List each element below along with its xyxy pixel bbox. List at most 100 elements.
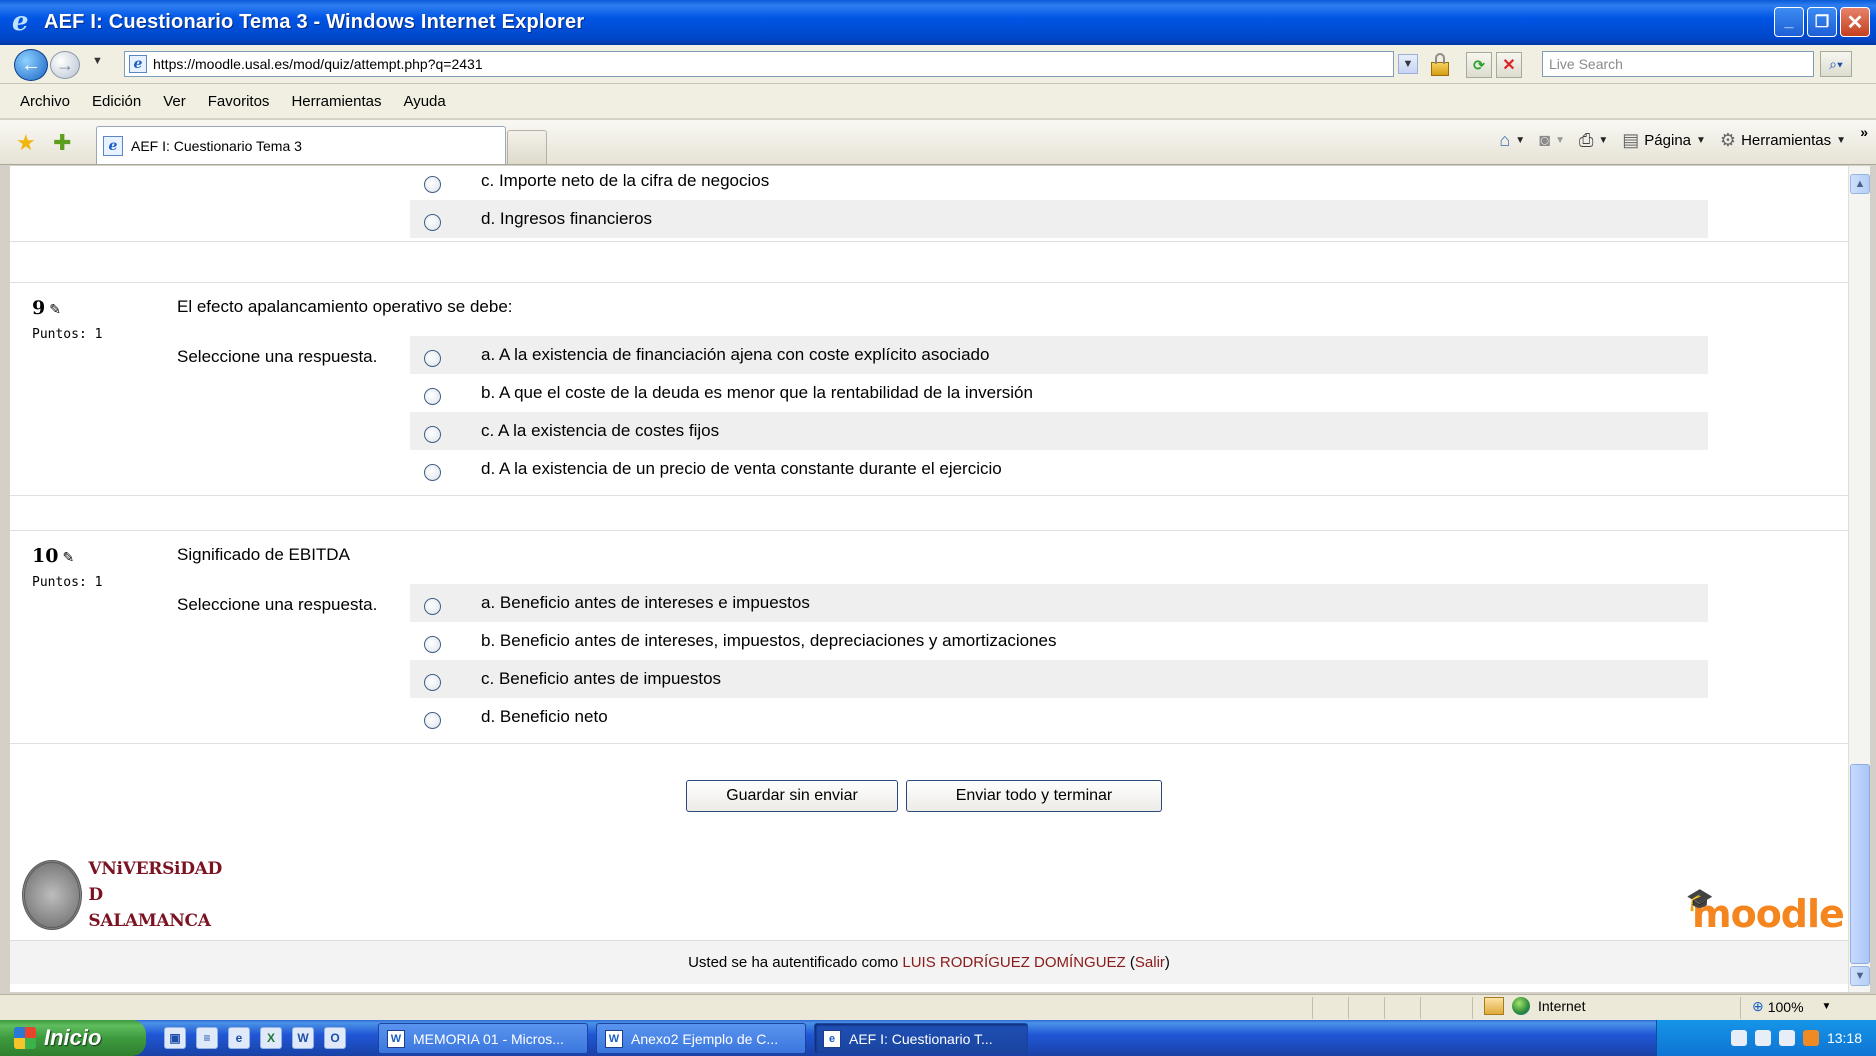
gear-icon: ⚙: [1719, 130, 1737, 150]
network-tray-icon[interactable]: [1754, 1030, 1771, 1046]
answer-option[interactable]: b. A que el coste de la deuda es menor q…: [410, 374, 1708, 412]
restore-button[interactable]: ❐: [1807, 7, 1837, 37]
clock[interactable]: 13:18: [1827, 1030, 1862, 1046]
status-bar: Internet ⊕ 100% ▼: [0, 994, 1876, 1020]
feeds-button[interactable]: ◙ ▼: [1539, 130, 1565, 151]
menu-herramientas[interactable]: Herramientas: [291, 93, 381, 110]
page-menu[interactable]: ▤ Página ▼: [1622, 130, 1706, 151]
search-input[interactable]: Live Search: [1542, 51, 1814, 77]
home-button[interactable]: ⌂ ▼: [1499, 130, 1525, 151]
protected-mode-icon: [1484, 997, 1504, 1015]
university-name-line2: D SALAMANCA: [88, 885, 211, 931]
radio-button[interactable]: [424, 463, 441, 481]
rss-icon: ◙: [1539, 130, 1551, 150]
menu-edicion[interactable]: Edición: [92, 93, 141, 110]
more-commands-icon[interactable]: »: [1860, 124, 1868, 140]
lock-icon[interactable]: [1428, 52, 1452, 78]
radio-button[interactable]: [424, 349, 441, 367]
radio-button[interactable]: [424, 673, 441, 691]
refresh-button[interactable]: ⟳: [1466, 52, 1492, 78]
windows-taskbar: Inicio ▣ ≡ e X W O W MEMORIA 01 - Micros…: [0, 1020, 1876, 1056]
scroll-up-arrow[interactable]: ▲: [1850, 174, 1870, 194]
answer-option[interactable]: c. Importe neto de la cifra de negocios: [410, 166, 1708, 200]
add-favorite-icon[interactable]: ✚: [53, 130, 71, 156]
question-block-10: 10 ✎ Puntos: 1 Significado de EBITDA Sele…: [10, 530, 1848, 744]
menu-ayuda[interactable]: Ayuda: [403, 93, 445, 110]
answer-prompt: Seleccione una respuesta.: [177, 347, 378, 366]
window-title-bar: e AEF I: Cuestionario Tema 3 - Windows I…: [0, 0, 1876, 45]
answer-option[interactable]: c. A la existencia de costes fijos: [410, 412, 1708, 450]
excel-icon[interactable]: X: [260, 1027, 282, 1049]
quick-launch: ▣ ≡ e X W O: [164, 1027, 346, 1049]
university-seal-icon: [22, 860, 83, 930]
tab-active[interactable]: e AEF I: Cuestionario Tema 3: [96, 126, 506, 164]
answer-option[interactable]: a. Beneficio antes de intereses e impues…: [410, 584, 1708, 622]
answer-option[interactable]: d. Ingresos financieros: [410, 200, 1708, 238]
address-dropdown-button[interactable]: ▼: [1398, 54, 1418, 74]
submit-all-button[interactable]: Enviar todo y terminar: [906, 780, 1162, 812]
ie-quicklaunch-icon[interactable]: e: [228, 1027, 250, 1049]
taskbar-item-memoria[interactable]: W MEMORIA 01 - Micros...: [378, 1023, 588, 1054]
home-icon: ⌂: [1499, 130, 1511, 150]
page-icon: e: [129, 55, 147, 73]
moodle-logo[interactable]: 🎓 moodle: [1686, 888, 1845, 936]
save-without-submit-button[interactable]: Guardar sin enviar: [686, 780, 898, 812]
address-bar[interactable]: e https://moodle.usal.es/mod/quiz/attemp…: [124, 51, 1394, 77]
answer-option[interactable]: b. Beneficio antes de intereses, impuest…: [410, 622, 1708, 660]
question-block-prev: c. Importe neto de la cifra de negocios …: [10, 166, 1848, 242]
radio-button[interactable]: [424, 387, 441, 405]
recent-pages-dropdown[interactable]: ▼: [92, 55, 103, 67]
favorites-star-icon[interactable]: ★: [16, 130, 36, 156]
outlook-icon[interactable]: O: [324, 1027, 346, 1049]
security-zone[interactable]: Internet: [1484, 997, 1585, 1015]
minimize-button[interactable]: _: [1774, 7, 1804, 37]
radio-button[interactable]: [424, 597, 441, 615]
tools-menu[interactable]: ⚙ Herramientas ▼: [1720, 130, 1846, 151]
answer-option[interactable]: c. Beneficio antes de impuestos: [410, 660, 1708, 698]
show-desktop-icon[interactable]: ▣: [164, 1027, 186, 1049]
question-block-9: 9 ✎ Puntos: 1 El efecto apalancamiento op…: [10, 282, 1848, 496]
ie-logo-icon: e: [12, 6, 29, 37]
scroll-thumb[interactable]: [1850, 764, 1870, 964]
taskbar-item-ie[interactable]: e AEF I: Cuestionario T...: [814, 1023, 1028, 1054]
antivirus-tray-icon[interactable]: [1802, 1030, 1819, 1046]
taskbar-item-anexo2[interactable]: W Anexo2 Ejemplo de C...: [596, 1023, 806, 1054]
zoom-control[interactable]: ⊕ 100% ▼: [1752, 998, 1831, 1015]
search-button[interactable]: ⌕▾: [1820, 51, 1852, 77]
back-button[interactable]: ←: [14, 49, 48, 81]
url-text: https://moodle.usal.es/mod/quiz/attempt.…: [153, 56, 483, 72]
question-number: 10 ✎: [32, 545, 75, 567]
logged-user-link[interactable]: LUIS RODRÍGUEZ DOMÍNGUEZ: [902, 954, 1125, 971]
edit-pencil-icon: ✎: [62, 550, 75, 566]
university-logo[interactable]: VNiVERSiDAD D SALAMANCA: [22, 858, 222, 932]
radio-button[interactable]: [424, 635, 441, 653]
word-icon[interactable]: W: [292, 1027, 314, 1049]
notepad-icon[interactable]: ≡: [196, 1027, 218, 1049]
new-tab-button[interactable]: [507, 130, 547, 164]
radio-button[interactable]: [424, 175, 441, 193]
command-bar: ⌂ ▼ ◙ ▼ ⎙ ▼ ▤ Página ▼ ⚙ Herramientas ▼: [1499, 130, 1846, 151]
print-button[interactable]: ⎙ ▼: [1579, 130, 1608, 151]
help-tray-icon[interactable]: [1730, 1030, 1747, 1046]
menu-favoritos[interactable]: Favoritos: [208, 93, 270, 110]
answer-option[interactable]: d. Beneficio neto: [410, 698, 1708, 736]
logout-link[interactable]: Salir: [1135, 954, 1165, 971]
volume-tray-icon[interactable]: [1778, 1030, 1795, 1046]
menu-ver[interactable]: Ver: [163, 93, 186, 110]
radio-button[interactable]: [424, 711, 441, 729]
question-points: Puntos: 1: [32, 575, 103, 590]
radio-button[interactable]: [424, 213, 441, 231]
scroll-down-arrow[interactable]: ▼: [1850, 966, 1870, 986]
stop-button[interactable]: ✕: [1496, 52, 1522, 78]
close-button[interactable]: ✕: [1840, 7, 1870, 37]
menu-archivo[interactable]: Archivo: [20, 93, 70, 110]
answer-prompt: Seleccione una respuesta.: [177, 595, 378, 614]
radio-button[interactable]: [424, 425, 441, 443]
start-button[interactable]: Inicio: [0, 1020, 146, 1056]
answer-option[interactable]: a. A la existencia de financiación ajena…: [410, 336, 1708, 374]
forward-button[interactable]: →: [50, 51, 80, 79]
question-number: 9 ✎: [32, 297, 61, 319]
vertical-scrollbar[interactable]: ▲ ▼: [1848, 166, 1870, 992]
answer-option[interactable]: d. A la existencia de un precio de venta…: [410, 450, 1708, 488]
edit-pencil-icon: ✎: [49, 302, 61, 318]
